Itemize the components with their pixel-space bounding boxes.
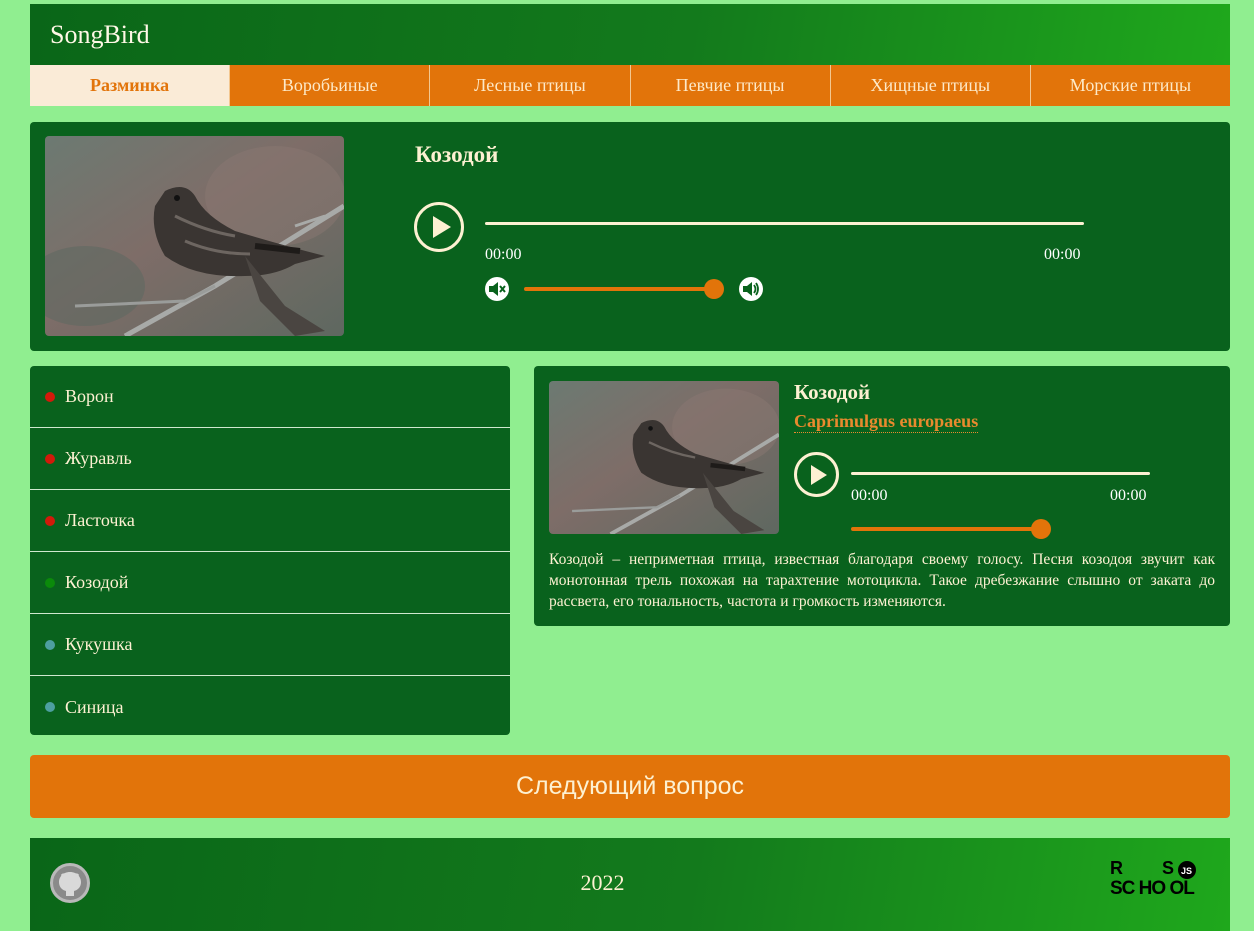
volume-slider-knob[interactable]: [704, 279, 724, 299]
answer-item[interactable]: Ворон: [30, 366, 510, 428]
nav-item-songbirds[interactable]: Певчие птицы: [629, 65, 830, 106]
nav-item-forest-birds[interactable]: Лесные птицы: [429, 65, 630, 106]
svg-text:R: R: [1110, 858, 1123, 878]
answer-label: Журавль: [65, 448, 132, 468]
play-button[interactable]: [414, 202, 464, 252]
bird-photo-small: [549, 381, 779, 534]
bird-name: Козодой: [794, 380, 871, 404]
bird-latin-name: Caprimulgus europaeus: [794, 411, 979, 433]
footer: 2022 R S JS SC HO OL: [30, 838, 1230, 931]
bird-photo: [45, 136, 344, 336]
mute-icon[interactable]: [485, 277, 509, 301]
header: SongBird: [30, 4, 1230, 65]
next-question-button[interactable]: Следующий вопрос: [30, 755, 1230, 818]
answer-label: Ласточка: [65, 510, 135, 530]
current-time: 00:00: [851, 487, 888, 504]
volume-max-icon[interactable]: [739, 277, 763, 301]
status-dot: [45, 702, 55, 712]
progress-track[interactable]: [485, 222, 1084, 225]
answer-label: Кукушка: [65, 634, 133, 654]
duration-time: 00:00: [1044, 246, 1081, 263]
nav-item-warmup[interactable]: Разминка: [30, 65, 230, 106]
svg-text:S: S: [1162, 858, 1174, 878]
answer-label: Синица: [65, 696, 124, 717]
answer-label: Ворон: [65, 386, 114, 406]
answer-item[interactable]: Козодой: [30, 552, 510, 614]
volume-slider-knob[interactable]: [1031, 519, 1051, 539]
nav-item-sea-birds[interactable]: Морские птицы: [1029, 65, 1231, 106]
footer-year: 2022: [580, 870, 625, 895]
answer-item[interactable]: Кукушка: [30, 614, 510, 676]
question-title: Козодой: [415, 142, 499, 167]
play-button-small[interactable]: [794, 452, 839, 497]
bird-description-panel: Козодой Caprimulgus europaeus 00:00 00:0…: [534, 366, 1230, 626]
question-panel: Козодой 00:00 00:00: [30, 122, 1230, 351]
current-time: 00:00: [485, 246, 522, 263]
answer-list: Ворон Журавль Ласточка Козодой Кукушка С…: [30, 366, 510, 735]
status-dot: [45, 577, 55, 588]
svg-text:JS: JS: [1181, 866, 1192, 876]
rs-school-logo[interactable]: R S JS SC HO OL: [1110, 858, 1214, 899]
bird-description-text: Козодой – неприметная птица, известная б…: [549, 551, 1215, 610]
status-dot: [45, 391, 55, 402]
nav-item-passerines[interactable]: Воробьиные: [229, 65, 430, 106]
app-logo[interactable]: SongBird: [50, 20, 150, 50]
play-icon: [432, 216, 451, 238]
duration-time: 00:00: [1110, 487, 1147, 504]
category-nav: Разминка Воробьиные Лесные птицы Певчие …: [30, 65, 1231, 106]
answer-item[interactable]: Ласточка: [30, 490, 510, 552]
status-dot: [45, 639, 55, 650]
progress-track-small[interactable]: [851, 472, 1150, 475]
play-icon: [811, 464, 827, 485]
volume-track-small[interactable]: [851, 527, 1041, 531]
volume-track[interactable]: [524, 287, 714, 291]
nav-item-birds-of-prey[interactable]: Хищные птицы: [829, 65, 1030, 106]
answer-label: Козодой: [65, 572, 129, 592]
svg-text:SC HO OL: SC HO OL: [1110, 878, 1195, 898]
status-dot: [45, 515, 55, 526]
answer-item[interactable]: Синица: [30, 676, 510, 735]
answer-item[interactable]: Журавль: [30, 428, 510, 490]
status-dot: [45, 453, 55, 464]
